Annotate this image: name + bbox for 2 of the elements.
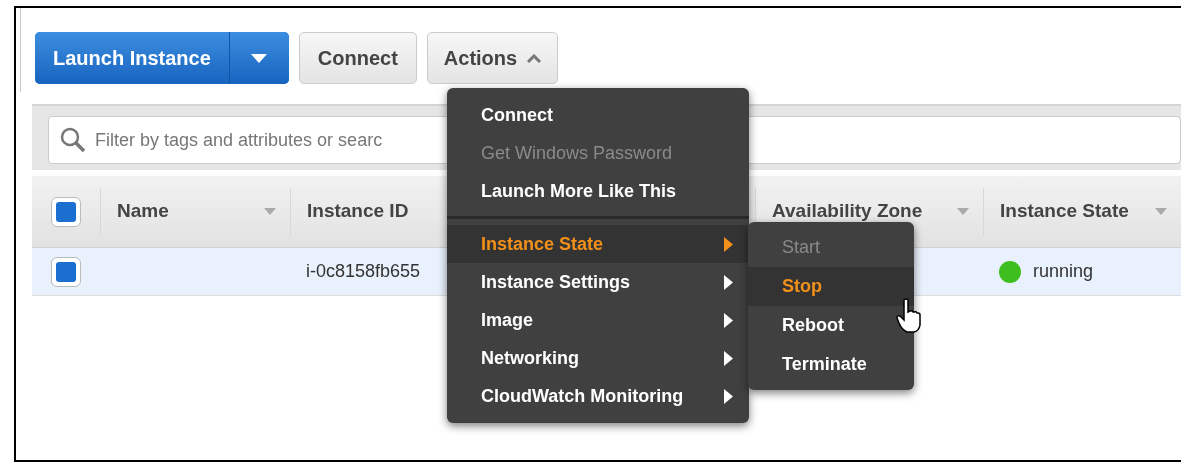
table-cell: i-0c8158fb655 bbox=[306, 261, 421, 281]
table-cell-text: running bbox=[1033, 260, 1094, 283]
